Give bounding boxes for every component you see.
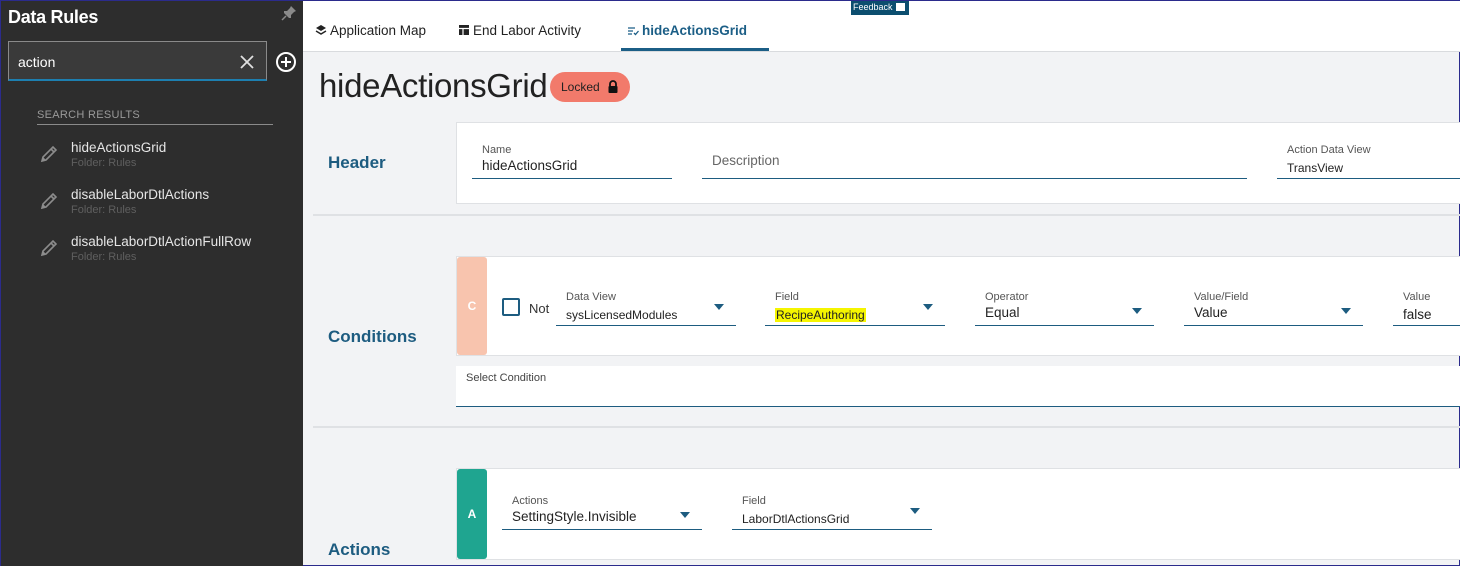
condition-badge: C bbox=[457, 257, 487, 355]
result-folder: Folder: Rules bbox=[71, 204, 137, 216]
chevron-down-icon bbox=[1341, 308, 1351, 314]
value-field-value: Value bbox=[1194, 305, 1228, 320]
chevron-down-icon bbox=[923, 304, 933, 310]
tab-hide-actions-grid[interactable]: hideActionsGrid bbox=[621, 23, 770, 51]
status-badge-label: Locked bbox=[561, 80, 600, 94]
layers-icon bbox=[315, 25, 327, 35]
name-field[interactable]: Name hideActionsGrid bbox=[472, 144, 672, 179]
action-badge: A bbox=[457, 469, 487, 559]
condition-value-field-select[interactable]: Value/Field Value bbox=[1184, 291, 1363, 326]
tab-label: hideActionsGrid bbox=[642, 23, 748, 38]
action-data-view-select[interactable]: Action Data View TransView bbox=[1277, 144, 1460, 179]
action-select[interactable]: Actions SettingStyle.Invisible bbox=[502, 495, 702, 530]
result-name: disableLaborDtlActions bbox=[71, 187, 210, 202]
actions-section-label: Actions bbox=[328, 540, 391, 559]
pin-icon[interactable] bbox=[281, 5, 297, 21]
actions-value: SettingStyle.Invisible bbox=[512, 509, 637, 524]
operator-label: Operator bbox=[985, 291, 1029, 303]
action-field-select[interactable]: Field LaborDtlActionsGrid bbox=[732, 495, 932, 530]
result-folder: Folder: Rules bbox=[71, 251, 137, 263]
chevron-down-icon bbox=[714, 304, 724, 310]
conditions-section-label: Conditions bbox=[328, 327, 417, 346]
search-result-item[interactable]: disableLaborDtlActionFullRow Folder: Rul… bbox=[37, 234, 287, 274]
search-input[interactable] bbox=[18, 52, 228, 72]
action-field-label: Field bbox=[742, 495, 766, 507]
operator-value: Equal bbox=[985, 305, 1020, 320]
condition-field-select[interactable]: Field RecipeAuthoring bbox=[765, 291, 945, 326]
description-placeholder: Description bbox=[712, 153, 780, 168]
page-title: hideActionsGrid bbox=[319, 67, 548, 104]
chevron-down-icon bbox=[1132, 308, 1142, 314]
field-value: RecipeAuthoring bbox=[775, 308, 866, 322]
value-field-label: Value/Field bbox=[1194, 291, 1249, 303]
action-data-view-label: Action Data View bbox=[1287, 144, 1371, 156]
pencil-icon bbox=[40, 192, 58, 210]
chevron-down-icon bbox=[680, 512, 690, 518]
select-condition-field[interactable]: Select Condition bbox=[456, 366, 1460, 407]
lock-icon bbox=[608, 80, 618, 93]
condition-value-input[interactable]: Value false bbox=[1393, 291, 1460, 326]
result-name: hideActionsGrid bbox=[71, 140, 167, 155]
action-data-view-value: TransView bbox=[1287, 161, 1344, 175]
search-box bbox=[8, 41, 267, 81]
value-value: false bbox=[1403, 307, 1432, 322]
select-condition-label: Select Condition bbox=[466, 372, 547, 384]
chevron-down-icon bbox=[910, 508, 920, 514]
rule-list-icon bbox=[628, 27, 639, 36]
status-badge: Locked bbox=[550, 72, 630, 102]
data-view-value: sysLicensedModules bbox=[566, 308, 678, 322]
search-result-item[interactable]: disableLaborDtlActions Folder: Rules bbox=[37, 187, 287, 227]
pencil-icon bbox=[40, 145, 58, 163]
name-value: hideActionsGrid bbox=[482, 158, 578, 173]
name-label: Name bbox=[482, 144, 512, 156]
flag-icon bbox=[895, 3, 905, 11]
sidebar-title: Data Rules bbox=[8, 7, 99, 27]
not-checkbox[interactable] bbox=[502, 298, 520, 316]
section-divider bbox=[313, 426, 1460, 428]
value-label: Value bbox=[1403, 291, 1431, 303]
data-view-label: Data View bbox=[566, 291, 616, 303]
tab-label: End Labor Activity bbox=[473, 23, 582, 38]
feedback-label: Feedback bbox=[853, 2, 893, 12]
pencil-icon bbox=[40, 239, 58, 257]
actions-label: Actions bbox=[512, 495, 549, 507]
condition-operator-select[interactable]: Operator Equal bbox=[975, 291, 1154, 326]
feedback-button[interactable]: Feedback bbox=[851, 1, 909, 15]
search-results-label: SEARCH RESULTS bbox=[37, 109, 273, 125]
search-result-item[interactable]: hideActionsGrid Folder: Rules bbox=[37, 140, 287, 180]
section-divider bbox=[313, 214, 1460, 216]
header-section-label: Header bbox=[328, 153, 386, 172]
table-icon bbox=[459, 25, 469, 35]
add-circle-icon[interactable] bbox=[275, 51, 297, 73]
tab-end-labor-activity[interactable]: End Labor Activity bbox=[458, 23, 581, 51]
condition-data-view-select[interactable]: Data View sysLicensedModules bbox=[556, 291, 736, 326]
action-field-value: LaborDtlActionsGrid bbox=[742, 512, 850, 526]
field-label: Field bbox=[775, 291, 799, 303]
close-icon[interactable] bbox=[239, 54, 255, 70]
tab-label: Application Map bbox=[330, 23, 427, 38]
tab-application-map[interactable]: Application Map bbox=[315, 23, 426, 51]
sidebar: Data Rules SEARCH RESULTS hideActionsGri… bbox=[1, 1, 303, 566]
result-folder: Folder: Rules bbox=[71, 157, 137, 169]
description-field[interactable]: Description bbox=[702, 144, 1247, 179]
not-label: Not bbox=[529, 301, 550, 316]
result-name: disableLaborDtlActionFullRow bbox=[71, 234, 252, 249]
